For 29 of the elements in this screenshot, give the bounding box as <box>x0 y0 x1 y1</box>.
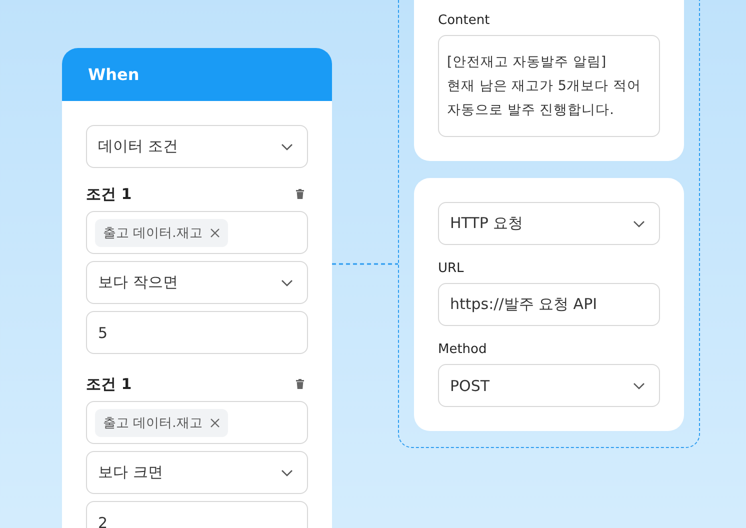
chevron-icon <box>633 220 645 228</box>
input-field[interactable]: 5 <box>86 311 308 354</box>
select-field[interactable]: HTTP 요청 <box>438 202 660 245</box>
select-field[interactable]: POST <box>438 364 660 407</box>
input-field[interactable]: 2 <box>86 501 308 528</box>
connector-line <box>332 263 398 265</box>
tag-field[interactable]: 출고 데이터.재고 <box>86 211 308 254</box>
card-header: When <box>62 48 332 101</box>
close-icon[interactable] <box>210 228 220 238</box>
trash-icon[interactable] <box>296 379 304 389</box>
field-label: Content <box>438 13 491 28</box>
condition-label: 조건 1 <box>86 374 132 394</box>
chevron-icon <box>281 468 293 476</box>
select-field[interactable]: 데이터 조건 <box>86 125 308 168</box>
field-label: Method <box>438 342 488 357</box>
trash-icon[interactable] <box>296 189 304 199</box>
select-field[interactable]: 보다 작으면 <box>86 261 308 304</box>
tag-chip[interactable]: 출고 데이터.재고 <box>95 408 228 436</box>
chevron-icon <box>281 142 293 150</box>
condition-label: 조건 1 <box>86 184 132 204</box>
select-field[interactable]: 보다 크면 <box>86 451 308 494</box>
content-textarea[interactable]: [안전재고 자동발주 알림] 현재 남은 재고가 5개보다 적어 자동으로 발주 진행합니다. <box>438 35 660 137</box>
chevron-icon <box>281 278 293 286</box>
close-icon[interactable] <box>210 418 220 428</box>
input-field[interactable]: https://발주 요청 API <box>438 283 660 326</box>
tag-field[interactable]: 출고 데이터.재고 <box>86 401 308 444</box>
chevron-icon <box>633 382 645 390</box>
tag-chip[interactable]: 출고 데이터.재고 <box>95 218 228 246</box>
field-label: URL <box>438 261 465 276</box>
